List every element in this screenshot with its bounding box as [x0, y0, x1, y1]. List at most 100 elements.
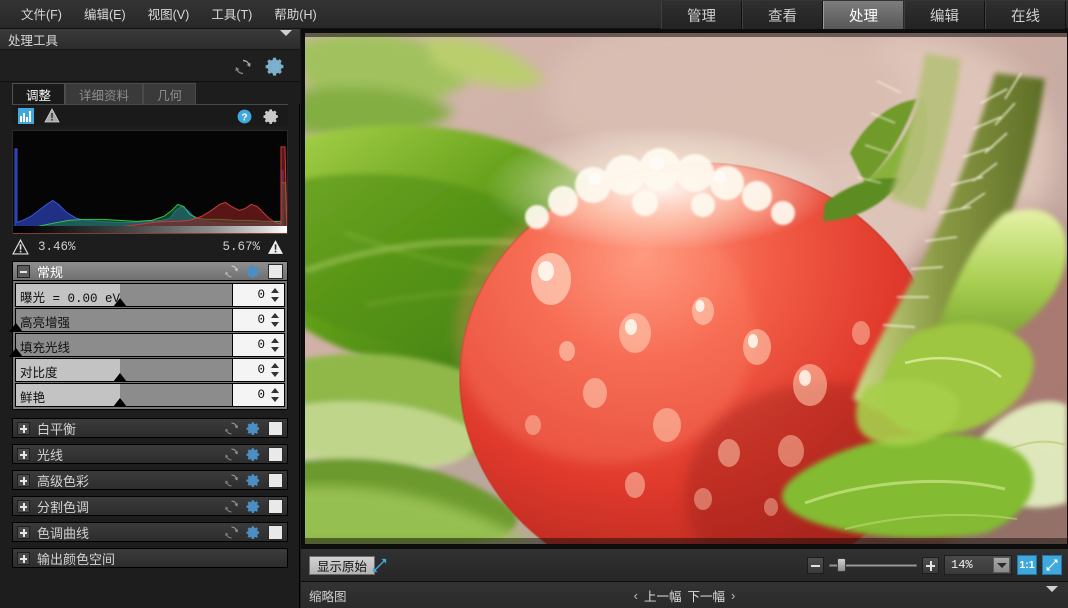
reset-icon[interactable]	[224, 525, 239, 540]
section-white-balance-toggle[interactable]	[268, 421, 283, 436]
section-advanced-color: 高级色彩	[12, 470, 288, 490]
section-advanced-color-toggle[interactable]	[268, 473, 283, 488]
section-output-color-space-title: 输出颜色空间	[37, 549, 115, 568]
slider-vibrance-label: 鲜艳	[20, 387, 45, 406]
expand-icon[interactable]	[17, 448, 30, 461]
gear-icon[interactable]	[263, 108, 280, 125]
tab-geometry[interactable]: 几何	[143, 83, 196, 104]
panel-header[interactable]: 处理工具	[0, 29, 300, 50]
zoom-out-button[interactable]	[807, 557, 824, 574]
zoom-level-combobox[interactable]: 14%	[944, 555, 1012, 575]
section-advanced-color-header[interactable]: 高级色彩	[12, 470, 288, 490]
help-icon[interactable]: ?	[237, 109, 252, 124]
slider-fill-light[interactable]: 填充光线 0	[15, 333, 285, 357]
thumbnail-bar: 缩略图 ‹ 上一幅 下一幅 ›	[301, 582, 1068, 608]
section-split-tone-header[interactable]: 分割色调	[12, 496, 288, 516]
section-white-balance: 白平衡	[12, 418, 288, 438]
chevron-down-icon[interactable]	[1046, 592, 1058, 608]
slider-vibrance[interactable]: 鲜艳 0	[15, 383, 285, 407]
menu-view[interactable]: 视图(V)	[137, 4, 201, 26]
slider-vibrance-value[interactable]: 0	[233, 383, 285, 407]
section-general-toggle[interactable]	[268, 264, 283, 279]
reset-icon[interactable]	[224, 264, 239, 279]
tab-details[interactable]: 详细资料	[65, 83, 143, 104]
prev-arrow-icon[interactable]: ‹	[634, 588, 638, 603]
slider-exposure-label: 曝光 = 0.00 eV	[20, 287, 120, 306]
application-window: 文件(F) 编辑(E) 视图(V) 工具(T) 帮助(H) 管理 查看 处理 编…	[0, 0, 1068, 608]
expand-icon[interactable]	[17, 526, 30, 539]
gear-icon[interactable]	[265, 56, 286, 77]
zoom-fit-button[interactable]	[1042, 555, 1062, 575]
section-light-toggle[interactable]	[268, 447, 283, 462]
reset-icon[interactable]	[224, 447, 239, 462]
section-white-balance-header[interactable]: 白平衡	[12, 418, 288, 438]
spinner-arrows[interactable]	[270, 388, 279, 404]
tab-edit[interactable]: 编辑	[904, 1, 985, 29]
clipping-indicators: 3.46% 5.67%	[12, 236, 288, 258]
menu-tools[interactable]: 工具(T)	[200, 4, 263, 26]
shadow-clipping-icon[interactable]	[12, 239, 29, 255]
section-split-tone-toggle[interactable]	[268, 499, 283, 514]
spinner-arrows[interactable]	[270, 338, 279, 354]
gear-icon[interactable]	[246, 447, 261, 462]
section-general-body: 曝光 = 0.00 eV 0 高亮增强 0	[12, 281, 288, 410]
gear-icon[interactable]	[246, 499, 261, 514]
spinner-arrows[interactable]	[270, 288, 279, 304]
gear-icon[interactable]	[246, 421, 261, 436]
menu-file[interactable]: 文件(F)	[10, 4, 73, 26]
menu-help[interactable]: 帮助(H)	[263, 4, 327, 26]
previous-image-button[interactable]: 上一幅	[644, 586, 682, 605]
gear-icon[interactable]	[246, 264, 261, 279]
reset-icon[interactable]	[234, 58, 252, 76]
viewer-toolbar: 显示原始 14% 1:1	[301, 548, 1068, 582]
slider-fill-light-value[interactable]: 0	[233, 333, 285, 357]
histogram-icon[interactable]	[18, 108, 34, 124]
tab-view[interactable]: 查看	[742, 1, 823, 29]
zoom-in-button[interactable]	[922, 557, 939, 574]
next-arrow-icon[interactable]: ›	[731, 588, 735, 603]
section-tone-curve-toggle[interactable]	[268, 525, 283, 540]
highlight-clipping-icon[interactable]	[267, 239, 284, 255]
show-original-button[interactable]: 显示原始	[309, 556, 375, 575]
collapse-icon[interactable]	[17, 265, 30, 278]
expand-icon[interactable]	[17, 474, 30, 487]
expand-icon[interactable]	[17, 422, 30, 435]
tab-manage[interactable]: 管理	[661, 1, 742, 29]
tab-process[interactable]: 处理	[823, 1, 904, 29]
zoom-one-to-one-button[interactable]: 1:1	[1017, 555, 1037, 575]
tab-adjust[interactable]: 调整	[12, 83, 65, 104]
slider-contrast[interactable]: 对比度 0	[15, 358, 285, 382]
expand-icon[interactable]	[17, 500, 30, 513]
reset-icon[interactable]	[224, 499, 239, 514]
gear-icon[interactable]	[246, 525, 261, 540]
zoom-controls: 14% 1:1	[807, 554, 1062, 576]
section-light-header[interactable]: 光线	[12, 444, 288, 464]
section-output-color-space-header[interactable]: 输出颜色空间	[12, 548, 288, 568]
menu-edit[interactable]: 编辑(E)	[73, 4, 137, 26]
fit-screen-icon[interactable]	[371, 557, 388, 574]
slider-exposure[interactable]: 曝光 = 0.00 eV 0	[15, 283, 285, 307]
reset-icon[interactable]	[224, 421, 239, 436]
spinner-arrows[interactable]	[270, 313, 279, 329]
warning-icon[interactable]	[44, 108, 60, 123]
chevron-down-icon[interactable]	[993, 557, 1010, 573]
histogram[interactable]	[12, 130, 288, 234]
panel-toolbar	[0, 50, 300, 82]
section-general-title: 常规	[37, 262, 63, 281]
slider-highlight-boost-value[interactable]: 0	[233, 308, 285, 332]
image-viewer[interactable]	[301, 29, 1068, 548]
gear-icon[interactable]	[246, 473, 261, 488]
adjust-subtoolbar: ?	[12, 104, 288, 126]
photo-tomato[interactable]	[305, 33, 1067, 544]
tab-online[interactable]: 在线	[985, 1, 1066, 29]
zoom-slider[interactable]	[829, 558, 917, 572]
expand-icon[interactable]	[17, 552, 30, 565]
slider-highlight-boost[interactable]: 高亮增强 0	[15, 308, 285, 332]
slider-exposure-value[interactable]: 0	[233, 283, 285, 307]
slider-contrast-value[interactable]: 0	[233, 358, 285, 382]
next-image-button[interactable]: 下一幅	[688, 586, 726, 605]
spinner-arrows[interactable]	[270, 363, 279, 379]
reset-icon[interactable]	[224, 473, 239, 488]
section-general-header[interactable]: 常规	[12, 261, 288, 281]
section-tone-curve-header[interactable]: 色调曲线	[12, 522, 288, 542]
